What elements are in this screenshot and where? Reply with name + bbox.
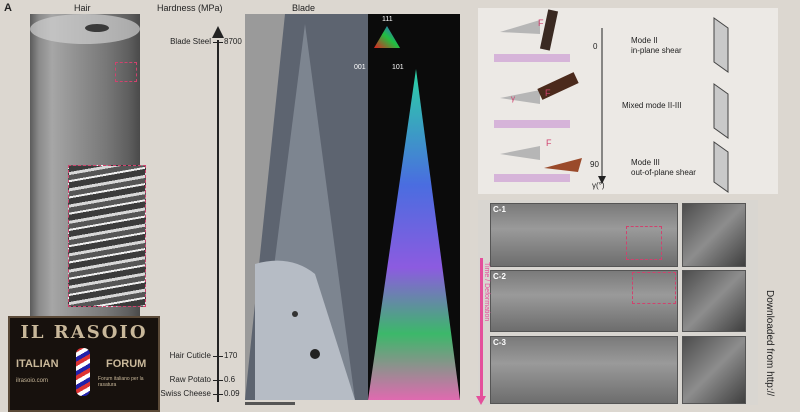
mode-ii-title: Mode II — [631, 36, 658, 45]
hair-region-box — [115, 62, 137, 82]
scale-label-hair-cuticle: Hair Cuticle — [169, 351, 211, 360]
logo-right-word: FORUM — [106, 358, 147, 370]
c1-zoom-image — [682, 203, 746, 267]
blade-ebsd-map — [368, 14, 460, 400]
scale-value-swiss-cheese: 0.09 — [224, 389, 240, 398]
mode-angle-0: 0 — [593, 42, 598, 51]
scale-label-swiss-cheese: Swiss Cheese — [160, 389, 211, 398]
scale-label-blade-steel: Blade Steel — [170, 37, 211, 46]
tick-swiss-cheese — [213, 394, 223, 395]
mode-iii-title: Mode III — [631, 158, 660, 167]
c3-zoom-image — [682, 336, 746, 404]
hardness-axis — [217, 40, 219, 402]
gamma-symbol: γ — [511, 94, 515, 103]
tick-raw-potato — [213, 380, 223, 381]
mode-angle-90: 90 — [590, 160, 599, 169]
c2-zoom-image — [682, 270, 746, 332]
force-label-1: F — [538, 18, 544, 28]
logo-left-word: ITALIAN — [16, 358, 59, 370]
scale-value-hair-cuticle: 170 — [224, 351, 238, 360]
mode-iii-subtitle: out-of-plane shear — [631, 168, 696, 177]
logo-tagline: Forum italiano per la rasatura — [98, 376, 144, 388]
ebsd-color-legend — [372, 24, 402, 50]
c2-region-box — [632, 272, 676, 304]
c3-main-image — [490, 336, 678, 404]
ebsd-legend-right: 101 — [392, 64, 404, 71]
panel-a-letter: A — [4, 2, 12, 14]
scale-value-blade-steel: 8700 — [224, 37, 242, 46]
blade-label: Blade — [292, 3, 316, 13]
barber-pole-icon — [76, 348, 90, 396]
hair-label: Hair — [74, 3, 91, 13]
blade-scale-bar — [245, 402, 295, 405]
c2-label: C-2 — [493, 272, 506, 281]
ebsd-legend-left: 001 — [354, 64, 366, 71]
time-axis-label: Time / Deformation — [483, 262, 490, 322]
tick-hair-cuticle — [213, 356, 223, 357]
il-rasoio-logo: IL RASOIO ITALIAN FORUM ilrasoio.com For… — [8, 316, 160, 412]
mode-ii-subtitle: in-plane shear — [631, 46, 682, 55]
blade-sem-image — [245, 14, 368, 400]
hardness-label: Hardness (MPa) — [157, 3, 223, 13]
c3-label: C-3 — [493, 338, 506, 347]
hardness-axis-arrow — [212, 26, 224, 38]
tick-blade-steel — [213, 42, 223, 43]
logo-url: ilrasoio.com — [16, 378, 49, 384]
time-axis-arrow — [476, 396, 486, 405]
c1-region-box — [626, 226, 662, 260]
ebsd-legend-top: 111 — [382, 16, 393, 23]
gamma-axis-label: γ(°) — [592, 181, 605, 190]
scale-value-raw-potato: 0.6 — [224, 375, 236, 384]
force-label-3: F — [546, 138, 552, 148]
download-source-text: Downloaded from http:// — [764, 290, 775, 397]
force-label-2: F — [545, 88, 551, 98]
logo-title: IL RASOIO — [20, 322, 148, 343]
mode-mixed-title: Mixed mode II-III — [622, 101, 682, 110]
hair-cuticle-inset — [68, 165, 146, 307]
scale-label-raw-potato: Raw Potato — [169, 375, 211, 384]
c1-label: C-1 — [493, 205, 506, 214]
